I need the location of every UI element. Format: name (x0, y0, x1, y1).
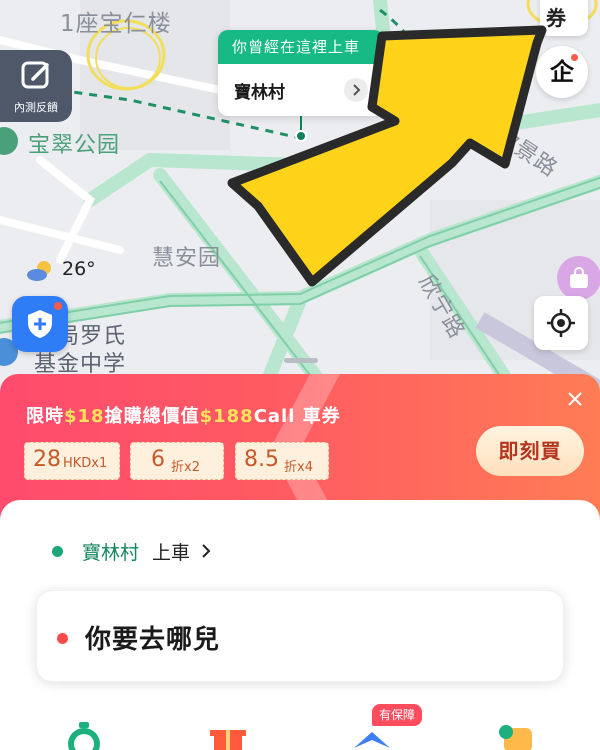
chevron-right-icon (344, 78, 368, 102)
map-view[interactable]: 1座宝仁楼 宝翠公园 慧安园 良局罗氏 基金中学 欣景路 欣宁路 內測反饋 你曾… (0, 0, 600, 400)
ticket-icon: 券 (546, 6, 566, 30)
destination-placeholder: 你要去哪兒 (85, 625, 221, 655)
shopping-icon[interactable] (496, 722, 540, 750)
notification-dot (54, 302, 62, 310)
pickup-action: 上車 (152, 542, 191, 564)
coupon-unit: HKDx1 (63, 456, 108, 471)
corporate-label: 企 (550, 58, 574, 86)
destination-input[interactable]: 你要去哪兒 (36, 590, 564, 682)
promo-title: 限時$18搶購總價值$188Call 車券 (26, 402, 341, 428)
promo-title-part: 搶購總價值 (104, 406, 200, 427)
stopwatch-icon[interactable] (62, 722, 106, 750)
buy-now-button[interactable]: 即刻買 (476, 426, 584, 476)
guarantee-badge: 有保障 (372, 704, 423, 726)
map-label-park: 宝翠公园 (28, 133, 121, 158)
promo-value-highlight: $188 (199, 406, 254, 427)
shopping-bag-button[interactable] (557, 256, 600, 300)
shield-icon (28, 310, 52, 338)
coupon-button[interactable]: 券 (540, 0, 588, 36)
locate-me-button[interactable] (534, 296, 588, 350)
coupon-value: 8.5 (244, 447, 279, 472)
pickup-place: 寶林村 (82, 542, 140, 564)
map-label-garden: 慧安园 (152, 246, 222, 271)
plane-icon[interactable] (350, 722, 394, 750)
destination-dot (57, 633, 68, 644)
coupon-value: 28 (33, 447, 61, 472)
cloud-moon-icon (27, 261, 51, 281)
coupon-chip: 28 HKDx1 (24, 442, 120, 480)
coupon-unit: 折x2 (171, 460, 200, 475)
callout-place: 寶林村 (234, 83, 285, 103)
coupon-chip: 8.5 折x4 (235, 442, 329, 480)
map-label-estate: 1座宝仁楼 (60, 11, 172, 37)
temperature: 26° (62, 258, 96, 280)
booking-sheet: 寶林村 上車 你要去哪兒 有保障 (0, 500, 600, 750)
feedback-label: 內測反饋 (14, 101, 58, 114)
gift-icon[interactable] (206, 722, 250, 750)
shopping-bag-icon (570, 267, 588, 288)
feedback-button[interactable]: 內測反饋 (0, 50, 72, 122)
promo-title-part: Call 車券 (253, 406, 341, 427)
promo-price-highlight: $18 (64, 406, 105, 427)
callout-header: 你曾經在這裡上車 (218, 30, 384, 64)
sheet-drag-handle[interactable] (284, 358, 318, 363)
chevron-right-icon (202, 544, 211, 558)
coupon-unit: 折x4 (284, 460, 313, 475)
coupon-chip: 6 折x2 (130, 442, 224, 480)
safety-center-button[interactable] (12, 296, 68, 352)
pickup-history-callout[interactable]: 你曾經在這裡上車 寶林村 (218, 30, 384, 116)
pickup-dot (52, 546, 63, 557)
crosshair-icon (547, 309, 575, 337)
corporate-button[interactable]: 企 (536, 46, 588, 98)
promo-title-part: 限時 (26, 406, 64, 427)
edit-icon (21, 61, 49, 89)
coupon-value: 6 (151, 447, 165, 472)
close-icon[interactable] (566, 390, 584, 408)
notification-dot (571, 54, 578, 61)
pickup-pin (295, 130, 307, 142)
